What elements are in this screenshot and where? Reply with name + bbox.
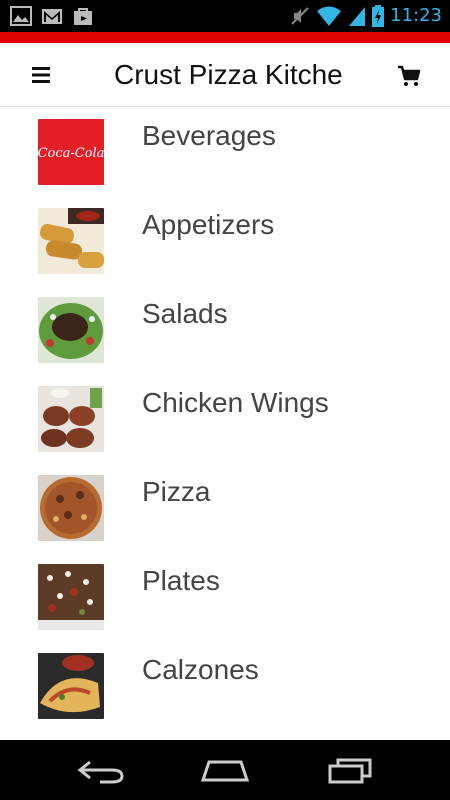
category-item-beverages[interactable]: Coca-Cola Beverages bbox=[0, 107, 450, 196]
category-item-appetizers[interactable]: Appetizers bbox=[0, 196, 450, 285]
calzones-thumbnail bbox=[38, 653, 104, 719]
category-label: Appetizers bbox=[142, 209, 275, 240]
menu-icon[interactable] bbox=[28, 63, 54, 87]
category-item-calzones[interactable]: Calzones bbox=[0, 641, 450, 730]
nav-bar bbox=[0, 740, 450, 800]
app-bar: Crust Pizza Kitche bbox=[0, 43, 450, 107]
clock: 11:23 bbox=[390, 5, 442, 26]
category-item-salads[interactable]: Salads bbox=[0, 285, 450, 374]
battery-charging-icon bbox=[372, 5, 385, 27]
mute-icon bbox=[291, 7, 309, 25]
accent-bar bbox=[0, 32, 450, 43]
category-item-chicken-wings[interactable]: Chicken Wings bbox=[0, 374, 450, 463]
category-label: Plates bbox=[142, 565, 220, 596]
signal-icon bbox=[349, 7, 366, 26]
status-bar: 11:23 bbox=[0, 0, 450, 32]
recent-apps-icon[interactable] bbox=[320, 754, 380, 786]
category-label: Salads bbox=[142, 298, 228, 329]
image-icon bbox=[10, 6, 32, 26]
appetizers-thumbnail bbox=[38, 208, 104, 274]
category-list: Coca-Cola Beverages Appetizers Salads Ch… bbox=[0, 107, 450, 730]
category-label: Pizza bbox=[142, 476, 211, 507]
plates-thumbnail bbox=[38, 564, 104, 630]
pizza-thumbnail bbox=[38, 475, 104, 541]
cart-icon[interactable] bbox=[396, 63, 422, 89]
wifi-icon bbox=[317, 6, 342, 26]
shopping-bag-icon bbox=[74, 8, 92, 25]
beverages-thumbnail: Coca-Cola bbox=[38, 119, 104, 185]
chicken-wings-thumbnail bbox=[38, 386, 104, 452]
category-item-plates[interactable]: Plates bbox=[0, 552, 450, 641]
gmail-icon bbox=[42, 9, 62, 24]
category-label: Calzones bbox=[142, 654, 259, 685]
salads-thumbnail bbox=[38, 297, 104, 363]
category-label: Beverages bbox=[142, 120, 276, 151]
back-icon[interactable] bbox=[70, 754, 130, 786]
category-item-pizza[interactable]: Pizza bbox=[0, 463, 450, 552]
page-title: Crust Pizza Kitche bbox=[114, 59, 343, 90]
coca-cola-logo-text: Coca-Cola bbox=[38, 146, 104, 161]
category-label: Chicken Wings bbox=[142, 387, 329, 418]
home-icon[interactable] bbox=[195, 754, 255, 786]
